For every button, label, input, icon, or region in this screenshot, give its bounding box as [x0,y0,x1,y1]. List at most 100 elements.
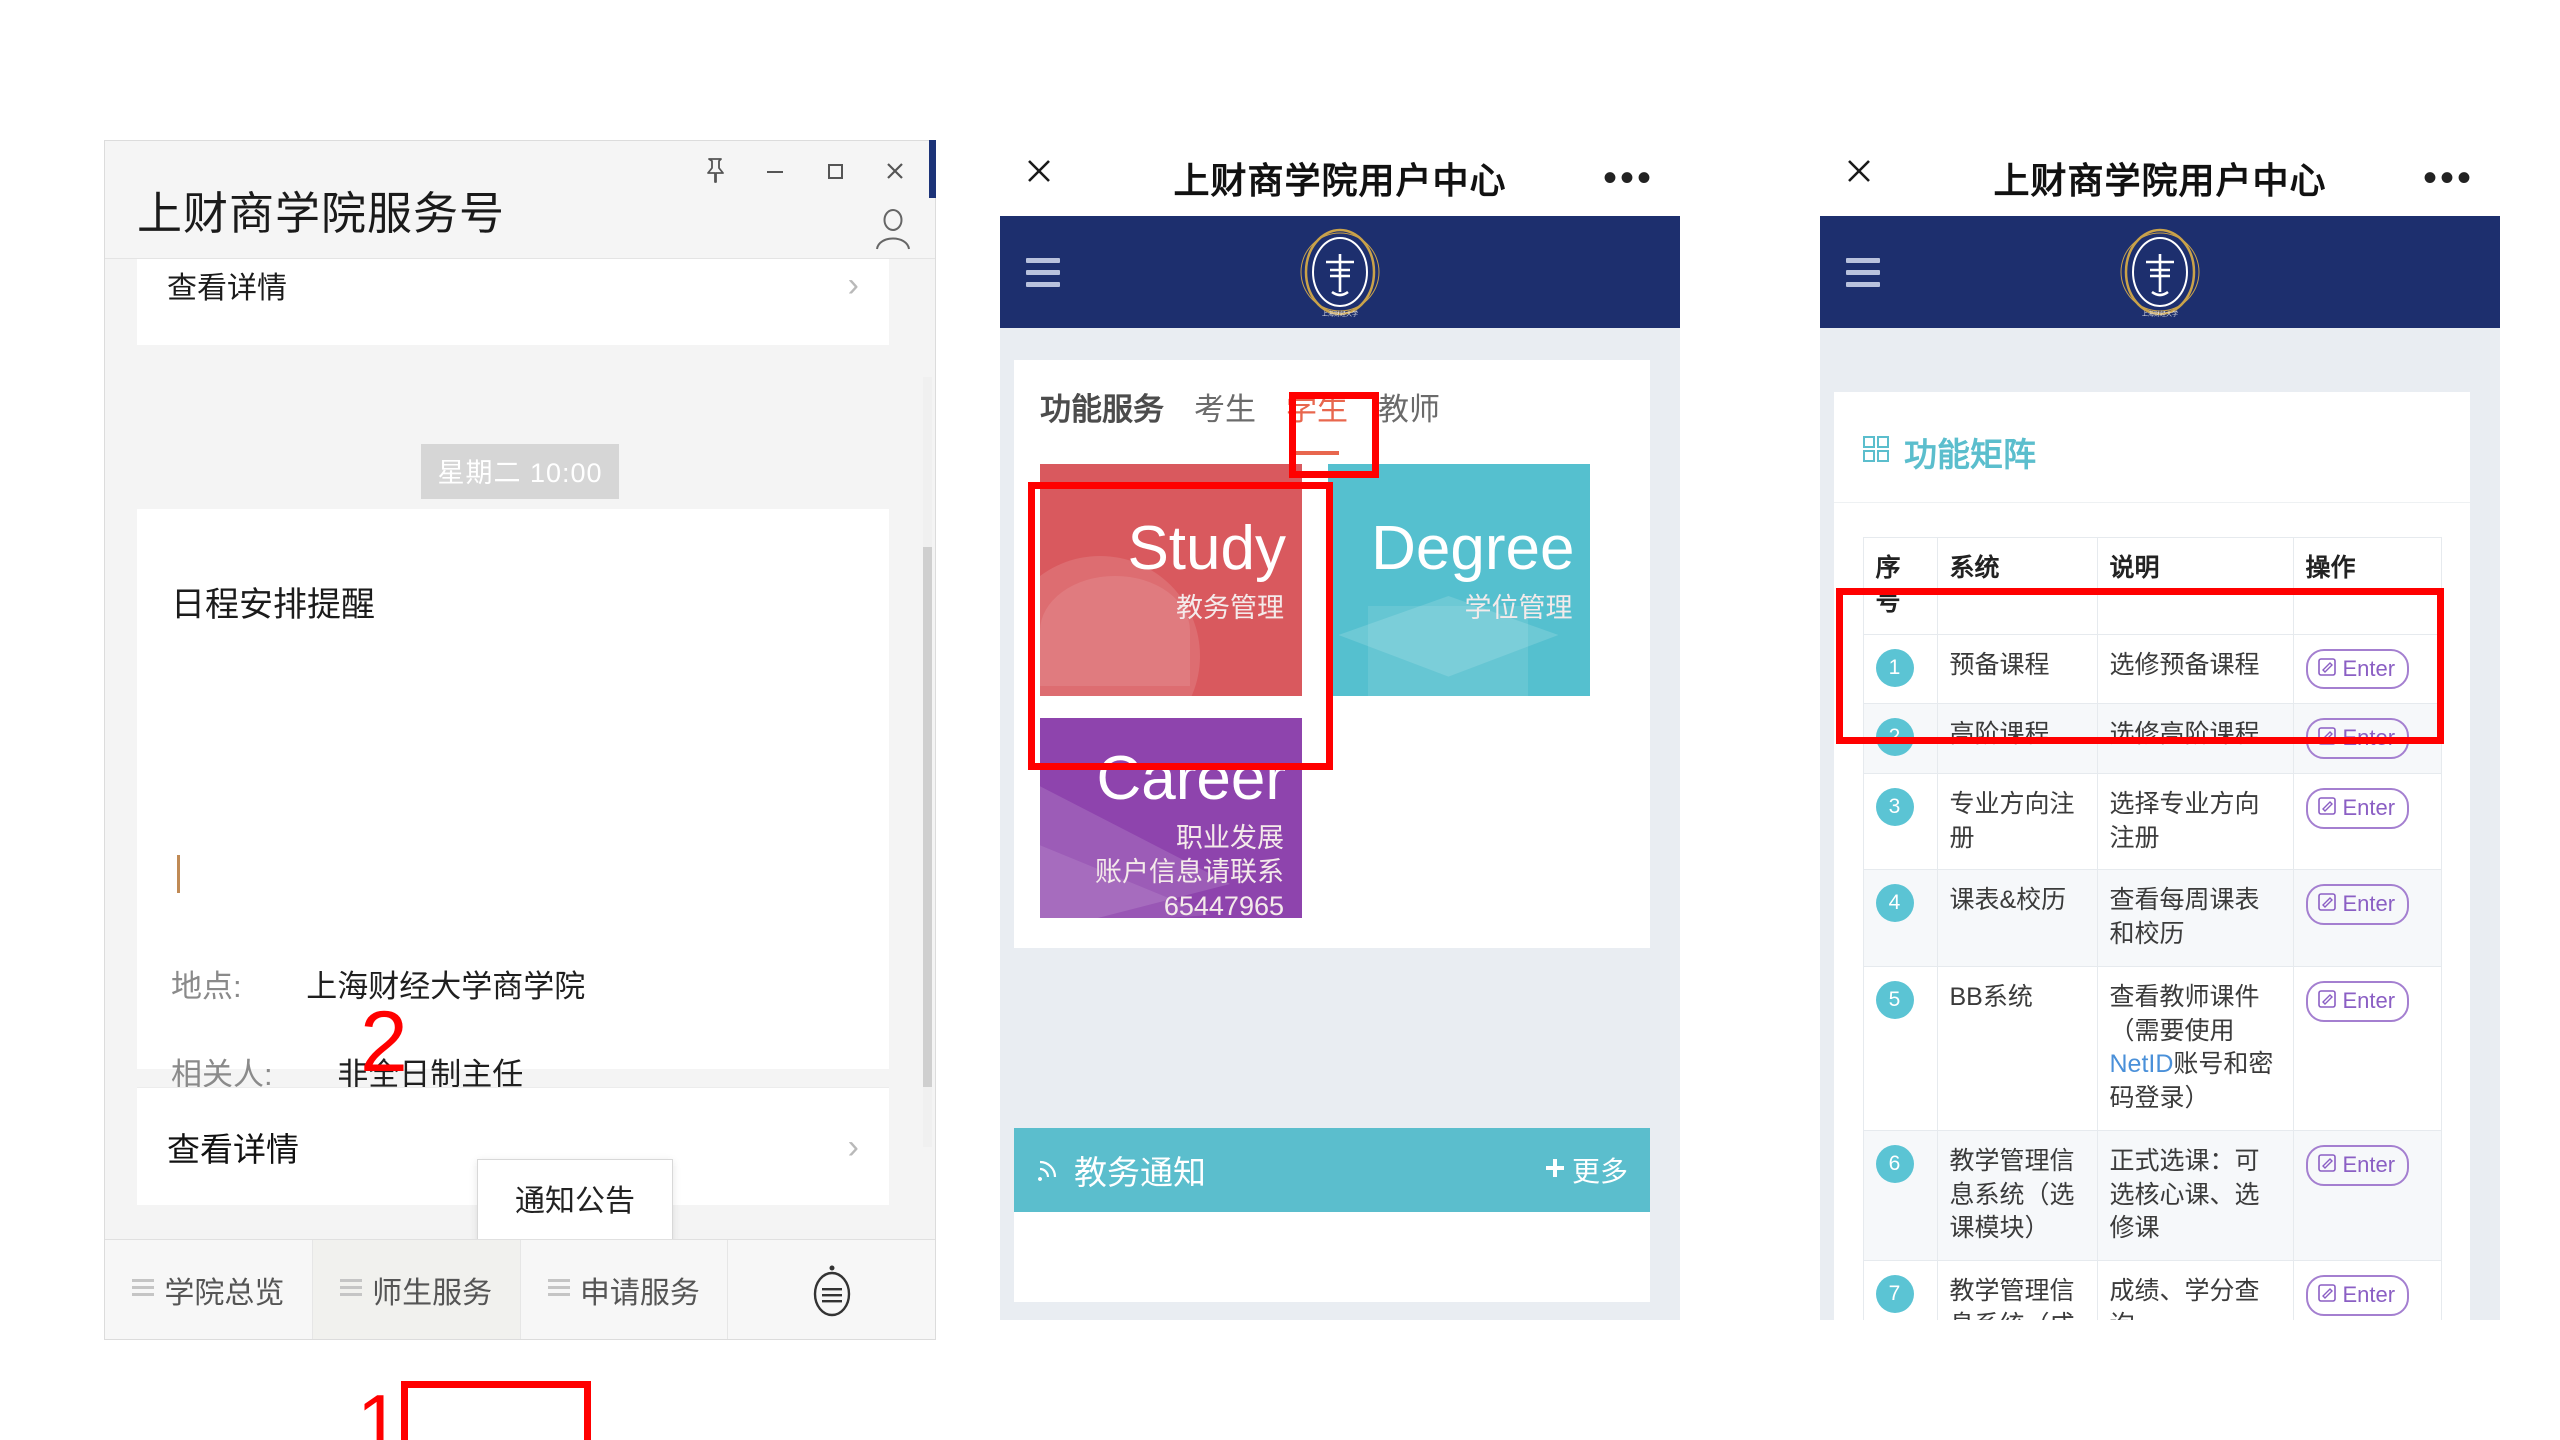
wechat-service-account-window: 上财商学院服务号 [104,140,936,1340]
section-title: 功能矩阵 [1904,428,2036,476]
enter-button[interactable]: Enter [2306,649,2410,690]
tile-study-en: Study [1127,518,1286,580]
message-location-value: 上海财经大学商学院 [306,969,585,1004]
sidebar-item-teacher-student-service[interactable]: 师生服务 [313,1240,521,1339]
rss-icon [1036,1151,1062,1189]
cell-system: 课表&校历 [1937,870,2097,967]
menu-item-schedule[interactable]: 课表查看 [478,1236,672,1239]
academic-notice-section: 教务通知 更多 [1014,1128,1650,1302]
enter-button[interactable]: Enter [2306,788,2410,829]
cell-action: Enter [2293,704,2441,774]
cell-no: 2 [1863,704,1937,774]
tab-student[interactable]: 学生 [1286,384,1348,429]
function-matrix-table: 序号 系统 说明 操作 1预备课程选修预备课程Enter2高阶课程选修高阶课程E… [1863,537,2442,1320]
edit-icon [2318,986,2336,1016]
cell-description: 成绩、学分查询 [2097,1261,2293,1320]
enter-button[interactable]: Enter [2306,1145,2410,1186]
bottom-nav: 学院总览 师生服务 申请服务 [105,1239,935,1339]
mobile-navbar: 上财商学院用户中心 ••• [1820,140,2500,216]
keyboard-icon[interactable] [728,1240,935,1339]
message-card[interactable]: 日程安排提醒 地点: 上海财经大学商学院 相关人: 非全日制主任 [137,509,889,1069]
th-system: 系统 [1937,538,2097,635]
academic-notice-more[interactable]: 更多 [1544,1150,1628,1190]
close-icon[interactable] [1842,154,1876,193]
function-service-card: 功能服务 考生 学生 教师 Study 教务管理 Degree 学位管理 [1014,360,1650,948]
message-timestamp-label: 星期二 10:00 [421,444,618,499]
tile-degree[interactable]: Degree 学位管理 [1328,464,1590,696]
cell-no: 6 [1863,1130,1937,1260]
previous-view-detail-row[interactable]: 查看详情 › [167,263,859,307]
enter-button-label: Enter [2343,1280,2396,1310]
maximize-icon[interactable] [805,147,865,195]
tile-career[interactable]: Career 职业发展 账户信息请联系 65447965 [1040,718,1302,918]
row-number-badge: 3 [1876,788,1914,826]
mobile-content: 功能矩阵 序号 系统 说明 操作 1预备课程选修预备课程Enter2高阶课程选修… [1820,328,2500,1320]
sidebar-item-overview[interactable]: 学院总览 [105,1240,313,1339]
cell-system: 教学管理信息系统（成绩查询模块） [1937,1261,2097,1320]
table-row: 5 BB系统查看教师课件（需要使用NetID账号和密码登录） Enter [1863,966,2441,1130]
cell-no: 7 [1863,1261,1937,1320]
table-row: 4课表&校历查看每周课表和校历Enter [1863,870,2441,967]
brand-header: 上海财经大学 [1820,216,2500,328]
sidebar-item-apply-service[interactable]: 申请服务 [521,1240,729,1339]
cell-description: 查看教师课件（需要使用NetID账号和密码登录） [2097,966,2293,1130]
row-number-badge: 6 [1876,1145,1914,1183]
tab-function-service[interactable]: 功能服务 [1040,384,1164,429]
table-row: 7教学管理信息系统（成绩查询模块）成绩、学分查询 Enter [1863,1261,2441,1320]
edit-icon [2318,723,2336,753]
cell-system: 预备课程 [1937,634,2097,704]
enter-button-label: Enter [2343,654,2396,684]
row-number-badge: 5 [1876,981,1914,1019]
enter-button-label: Enter [2343,723,2396,753]
hamburger-icon[interactable] [1846,258,1880,294]
enter-button[interactable]: Enter [2306,884,2410,925]
close-icon[interactable] [1022,154,1056,193]
chevron-right-icon: › [848,1130,859,1164]
cell-description: 查看每周课表和校历 [2097,870,2293,967]
window-titlebar: 上财商学院服务号 [105,141,935,259]
account-avatar-icon[interactable] [867,203,919,255]
user-center-mobile-page: 上财商学院用户中心 ••• 上海财经大学 功能服务 考生 [1000,140,1680,1320]
more-icon[interactable]: ••• [1603,158,1654,198]
page-scrollbar[interactable] [2484,328,2500,1320]
enter-button-label: Enter [2343,1150,2396,1180]
cell-description: 选择专业方向注册 [2097,773,2293,870]
menu-item-notice[interactable]: 通知公告 [478,1160,672,1236]
cell-description: 选修高阶课程 [2097,704,2293,774]
text-caret [177,855,180,893]
message-timestamp: 星期二 10:00 [105,444,935,499]
message-title: 日程安排提醒 [171,577,375,626]
th-no: 序号 [1863,538,1937,635]
annotation-box-teacher-student-service [401,1381,591,1440]
pin-icon[interactable] [685,147,745,195]
enter-button[interactable]: Enter [2306,981,2410,1022]
enter-button[interactable]: Enter [2306,718,2410,759]
menu-bars-icon [548,1279,570,1300]
tile-study[interactable]: Study 教务管理 [1040,464,1302,696]
cell-system: 专业方向注册 [1937,773,2097,870]
chat-scrollbar[interactable] [923,377,932,1147]
cell-no: 3 [1863,773,1937,870]
close-icon[interactable] [865,147,925,195]
table-row: 3 专业方向注册选择专业方向注册 Enter [1863,773,2441,870]
annotation-step-2: 2 [360,999,408,1085]
cell-system: BB系统 [1937,966,2097,1130]
tile-study-cn: 教务管理 [1176,592,1284,626]
th-desc: 说明 [2097,538,2293,635]
previous-message-card[interactable]: 查看详情 › [137,259,889,345]
more-icon[interactable]: ••• [2423,158,2474,198]
tab-candidate[interactable]: 考生 [1194,384,1256,429]
enter-button[interactable]: Enter [2306,1275,2410,1316]
tab-teacher[interactable]: 教师 [1378,384,1440,429]
chevron-right-icon: › [848,268,859,302]
enter-button-label: Enter [2343,889,2396,919]
cell-no: 5 [1863,966,1937,1130]
cell-system: 高阶课程 [1937,704,2097,774]
hamburger-icon[interactable] [1026,258,1060,294]
cell-action: Enter [2293,1261,2441,1320]
cell-action: Enter [2293,966,2441,1130]
netid-link[interactable]: NetID [2110,1050,2174,1078]
grid-icon [1862,433,1890,471]
minimize-icon[interactable] [745,147,805,195]
page-scrollbar[interactable] [1664,328,1680,1320]
